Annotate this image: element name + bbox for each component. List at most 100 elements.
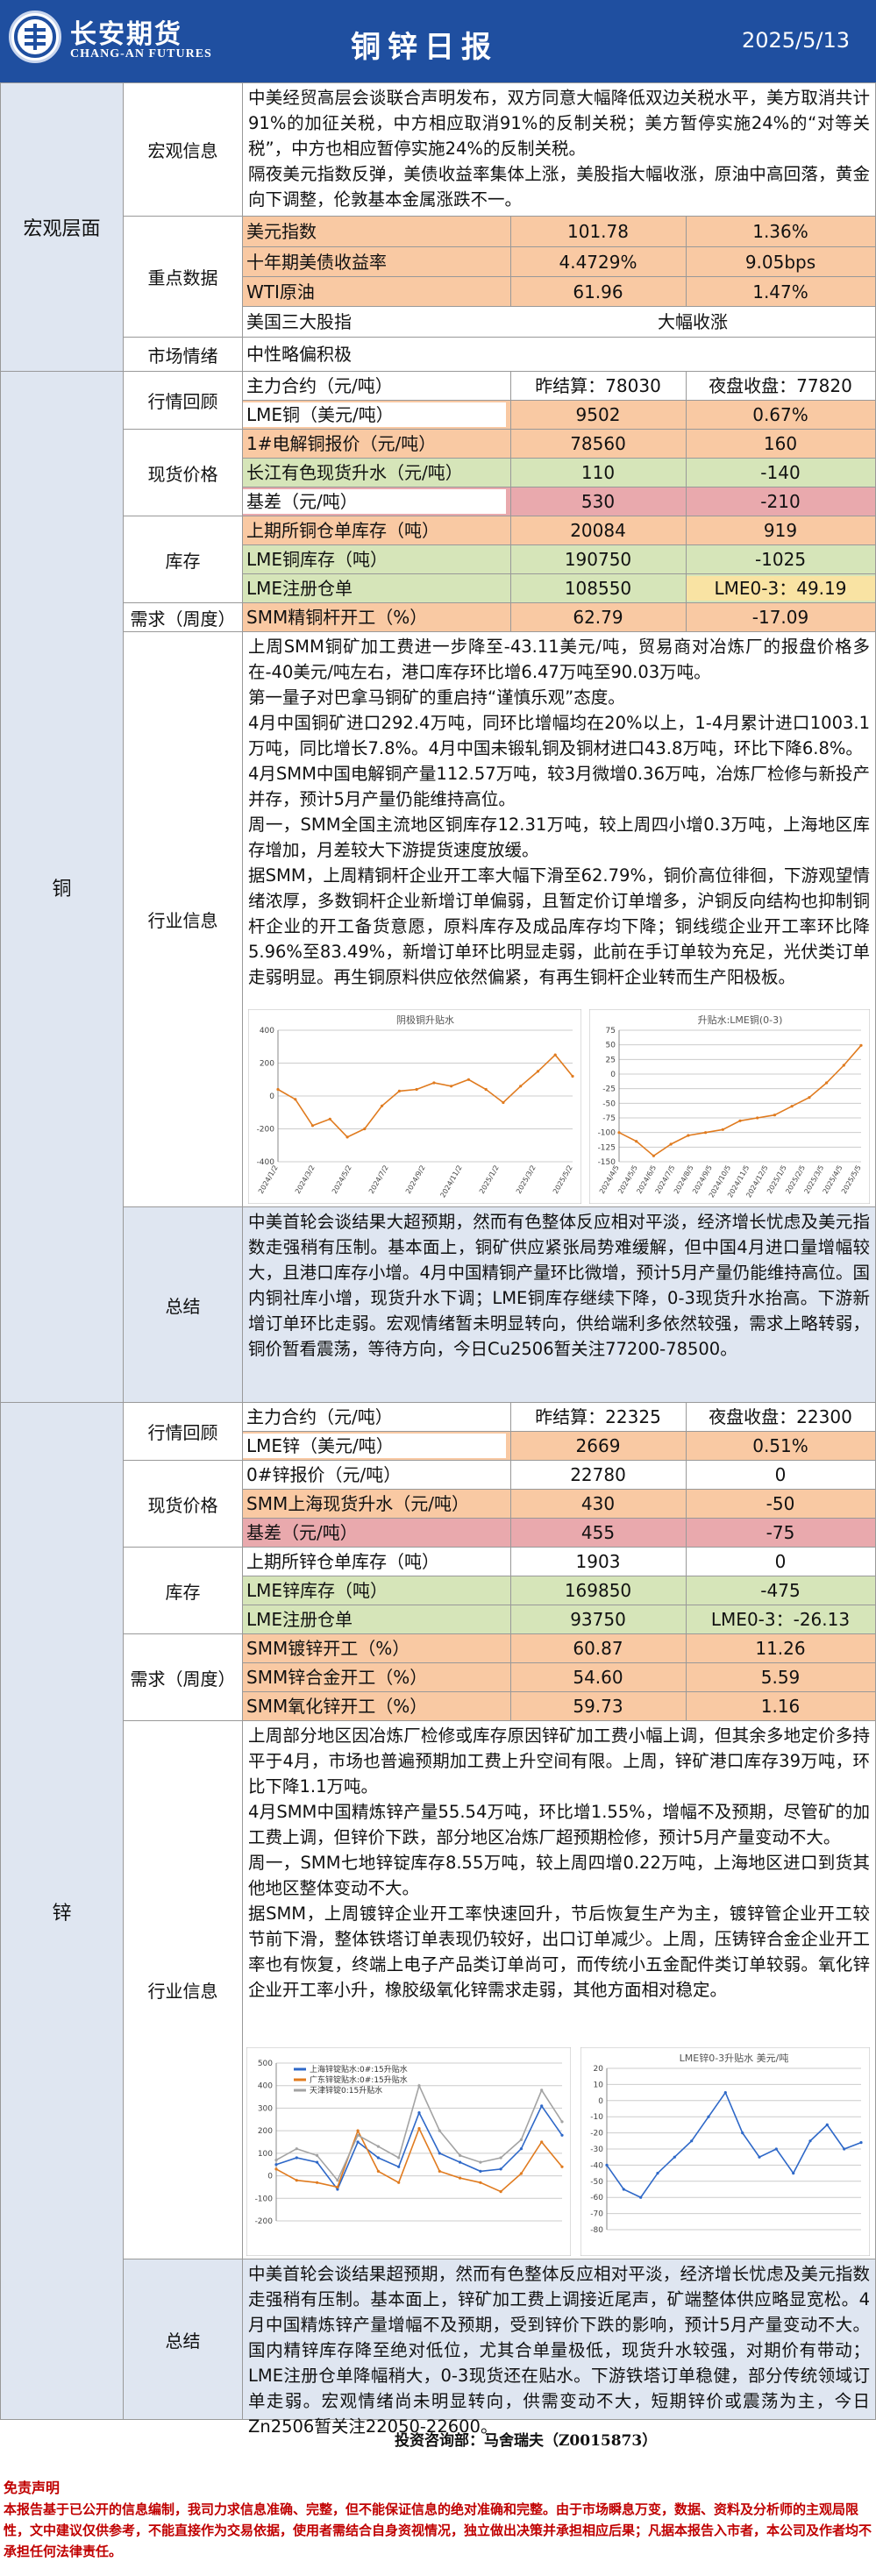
zn-charts: -200 -100 0 100 200 300 400 500 上海锌锭贴水:0#:15升贴水广… [243, 2046, 875, 2259]
zn-main-contract-row: 主力合约（元/吨） 昨结算：22325 夜盘收盘：22300 [243, 1403, 875, 1432]
cu-basis-value: 530 [580, 491, 616, 512]
chart-title: 阴极铜升贴水 [396, 1014, 454, 1026]
advisor-line: 投资咨询部：马舍瑞夫（Z0015873） [395, 2432, 658, 2450]
data-point [553, 1053, 557, 1057]
data-point [843, 2147, 846, 2151]
zn-spot-label: 现货价格 [124, 1461, 243, 1548]
us-stocks-row: 美国三大股指 大幅收涨 [243, 307, 875, 338]
y-tick-label: 200 [258, 2127, 273, 2136]
data-point [808, 1096, 811, 1099]
cu-rod-op-name: SMM精铜杆开工（%） [246, 607, 428, 628]
data-point [356, 2133, 360, 2137]
zn-alloy-value: 54.60 [573, 1667, 623, 1688]
cu-industry-text: 上周SMM铜矿加工费进一步降至-43.11美元/吨，贸易商对冶炼厂的报盘价格多在… [248, 637, 870, 987]
zn-lme-spread: LME0-3：-26.13 [710, 1609, 851, 1630]
cu-main-contract-name: 主力合约（元/吨） [246, 375, 393, 396]
data-point [721, 1128, 724, 1131]
ust10y-value: 4.4729% [559, 252, 637, 273]
zn-spot-quote-value: 22780 [570, 1464, 626, 1485]
cu-lme-change: 0.67% [752, 404, 808, 425]
y-tick-label: -10 [590, 2113, 603, 2122]
wti-change: 1.47% [752, 281, 808, 302]
cu-rod-op-change: -17.09 [751, 607, 809, 628]
cu-charts: 阴极铜升贴水 -400 -200 0 200 400 2024/1/2 2024/3/2 202… [243, 1007, 875, 1207]
cu-main-contract-row: 主力合约（元/吨） 昨结算：78030 夜盘收盘：77820 [243, 372, 875, 401]
zn-alloy-change: 5.59 [760, 1667, 801, 1688]
y-tick-label: 500 [258, 2060, 273, 2068]
chart-title: LME锌0-3升贴水 美元/吨 [680, 2052, 789, 2064]
zinc-block: 锌 行情回顾 主力合约（元/吨） 昨结算：22325 夜盘收盘：22300 LM… [0, 1403, 876, 2437]
y-tick-label: 50 [606, 1042, 616, 1050]
zinc-section-label: 锌 [1, 1403, 124, 2419]
y-tick-label: 75 [606, 1027, 616, 1035]
data-point [397, 1089, 401, 1092]
data-point [519, 2147, 523, 2151]
zn-main-contract-name: 主力合约（元/吨） [246, 1406, 393, 1427]
wti-value: 61.96 [573, 281, 623, 302]
zn-premium-chart: -200 -100 0 100 200 300 400 500 上海锌锭贴水:0#:15升贴水广… [246, 2047, 571, 2256]
legend-entry: 广东锌锭贴水:0#:15升贴水 [310, 2074, 408, 2085]
data-point [773, 1114, 776, 1117]
data-point [415, 1087, 418, 1092]
data-point [669, 1142, 673, 1146]
cu-shfe-stock-change: 919 [763, 520, 798, 541]
data-point [536, 1070, 540, 1073]
data-point [466, 1078, 470, 1081]
data-point [540, 2104, 544, 2108]
zn-basis-value: 455 [580, 1522, 616, 1543]
data-point [397, 2165, 401, 2168]
cu-rod-op-value: 62.79 [573, 607, 623, 628]
y-tick-label: -200 [255, 2217, 274, 2226]
cu-premium-row: 长江有色现货升水（元/吨） 110 -140 [243, 459, 875, 487]
y-tick-label: -80 [590, 2226, 603, 2235]
wti-name: WTI原油 [246, 281, 315, 302]
zn-premium-name: SMM上海现货升水（元/吨） [246, 1493, 469, 1514]
y-tick-label: -60 [590, 2194, 603, 2202]
data-point [479, 2169, 482, 2173]
data-point [295, 2147, 298, 2151]
company-logo [9, 11, 61, 63]
data-point [381, 1104, 384, 1107]
zn-basis-name: 基差（元/吨） [246, 1522, 358, 1543]
data-point [808, 2139, 812, 2143]
data-point [790, 1105, 794, 1108]
data-point [295, 2179, 298, 2182]
zn-lme-stock-row: LME锌库存（吨） 169850 -475 [243, 1576, 875, 1605]
data-point [438, 2129, 441, 2132]
data-point [499, 2167, 502, 2171]
zn-lme-name: LME锌（美元/吨） [243, 1434, 506, 1458]
cu-spot-quote-change: 160 [763, 433, 798, 454]
zn-market-label: 行情回顾 [124, 1403, 243, 1461]
zn-alloy-row: SMM锌合金开工（%） 54.60 5.59 [243, 1663, 875, 1692]
data-point [295, 2156, 298, 2160]
zn-shfe-stock-change: 0 [774, 1551, 787, 1572]
dxy-value: 101.78 [567, 221, 629, 242]
zn-galv-value: 60.87 [573, 1638, 623, 1659]
cu-spot-label: 现货价格 [124, 430, 243, 516]
y-tick-label: 100 [258, 2150, 273, 2159]
cu-lme-spread-chart: 升贴水:LME铜(0-3)-150-125-100-75-50-25025507… [589, 1009, 870, 1204]
cu-lme-name: LME铜（美元/吨） [243, 402, 506, 427]
cu-night-close: 夜盘收盘：77820 [709, 375, 852, 396]
zn-lme-change: 0.51% [752, 1435, 808, 1456]
disclaimer-text: 本报告基于已公开的信息编制，我司力求信息准确、完整，但不能保证信息的绝对准确和完… [4, 2501, 872, 2559]
data-point [274, 2159, 278, 2162]
cu-lme-stock-row: LME铜库存（吨） 190750 -1025 [243, 545, 875, 574]
zn-oxide-value: 59.73 [573, 1696, 623, 1717]
dxy-change: 1.36% [752, 221, 808, 242]
us-stocks-change: 大幅收涨 [658, 311, 728, 332]
brand-name: 长安期货 [70, 19, 182, 50]
data-point [316, 2160, 319, 2164]
key-data-label: 重点数据 [124, 217, 243, 338]
data-point [690, 2139, 694, 2143]
data-point [723, 2091, 727, 2095]
data-point [316, 2153, 319, 2157]
cu-spot-quote-value: 78560 [570, 433, 626, 454]
data-point [502, 1100, 505, 1105]
zn-galv-row: SMM镀锌开工（%） 60.87 11.26 [243, 1634, 875, 1663]
cu-summary-text: 中美首轮会谈结果大超预期，然而有色整体反应相对平淡，经济增长忧虑及美元指数走强稍… [243, 1207, 875, 1402]
zn-lme-stock-value: 169850 [564, 1580, 632, 1601]
data-point [432, 1081, 436, 1085]
ust10y-change: 9.05bps [744, 252, 816, 273]
data-point [774, 2147, 778, 2151]
